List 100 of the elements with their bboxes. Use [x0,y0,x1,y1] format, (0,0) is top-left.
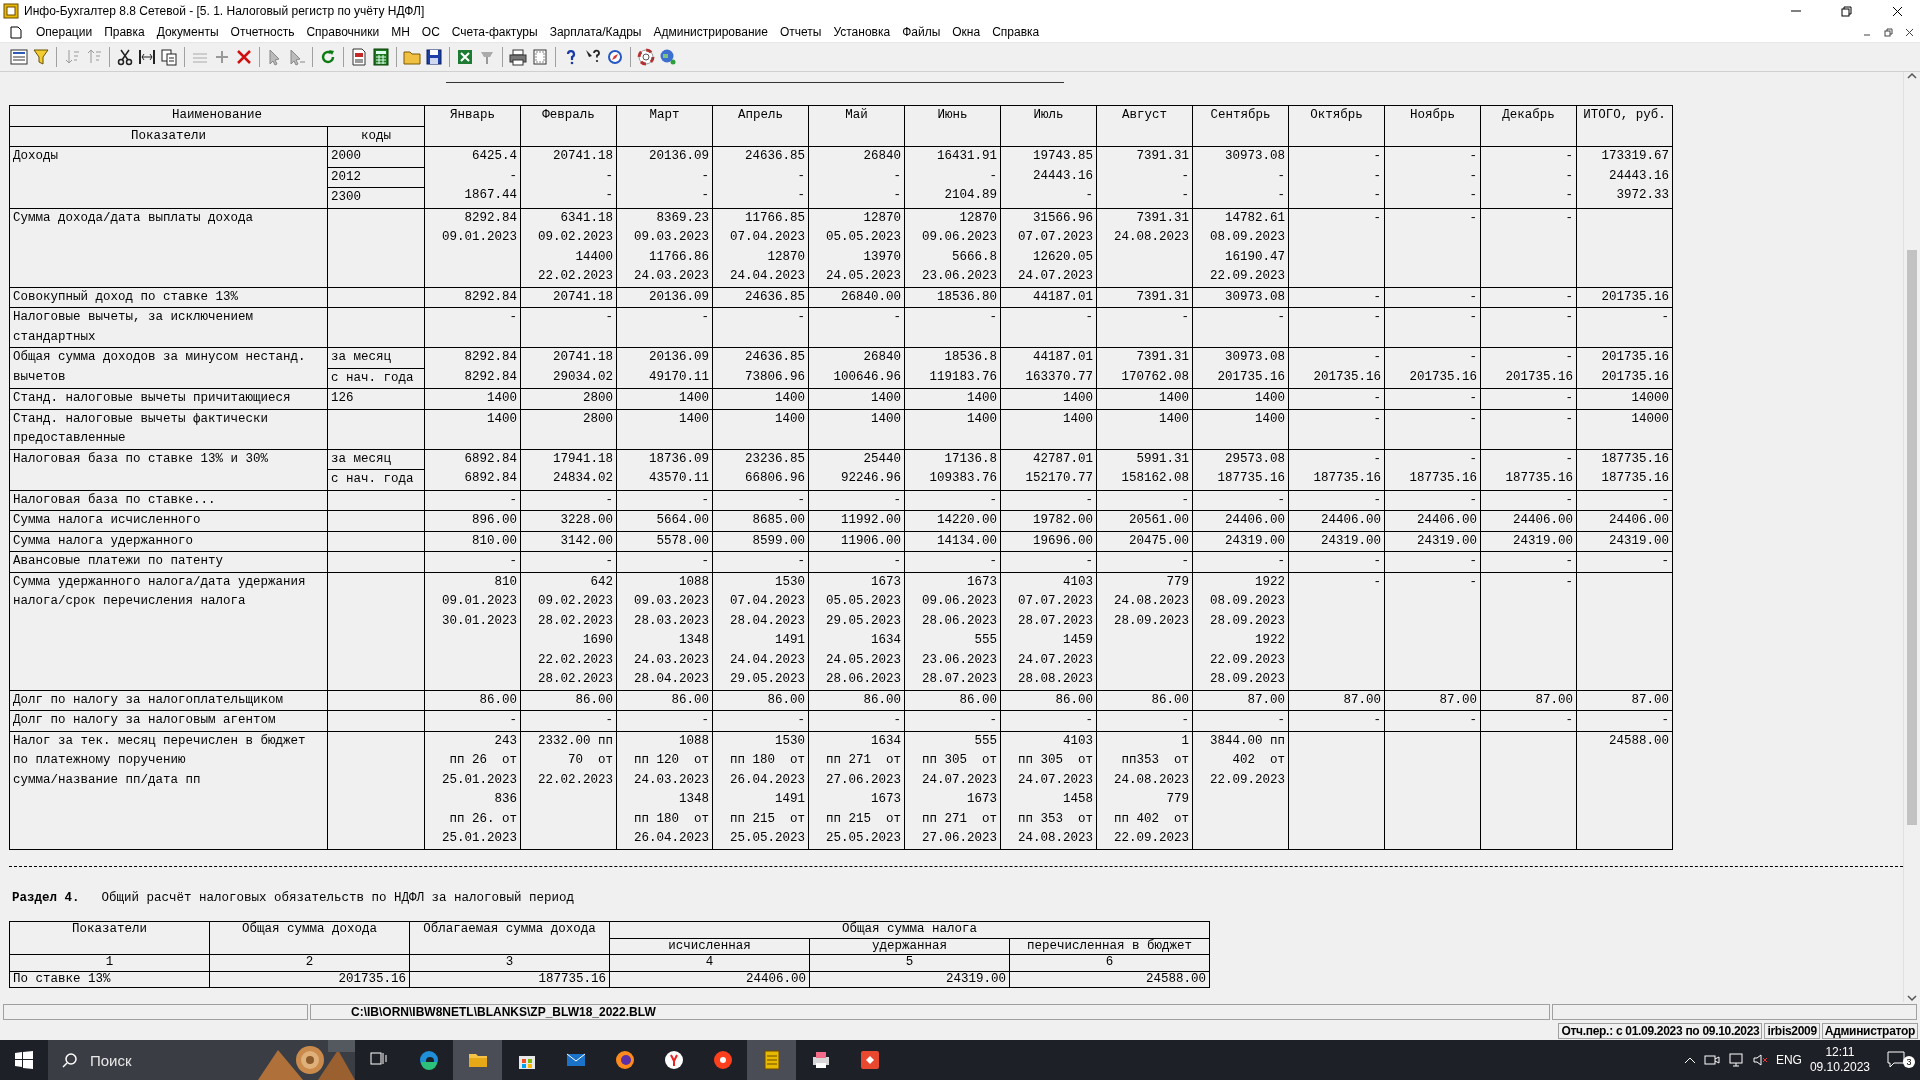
cell-value: 1634 [870,732,902,750]
cell-value: 20475.00 [1128,532,1190,550]
cell-value: - [892,167,902,185]
cell-value: 14220.00 [936,512,998,529]
cell-value: 24.05.2023 [825,268,902,285]
cell-value: пп 353 от [1017,810,1094,828]
cell-value: 24.03.2023 [633,771,710,789]
cell-value: 24319.00 [1608,532,1670,550]
cell-value: 8292.84 [463,209,518,227]
scroll-down-icon[interactable] [1907,994,1917,1002]
cell-value: 12620.05 [1032,248,1094,266]
chat-icon[interactable] [1886,1050,1906,1070]
cell-value: 24636.85 [744,288,806,306]
cell-value: 1400 [966,410,998,428]
document-icon[interactable] [350,48,368,66]
cell-value: 24.08.2023 [1113,771,1190,789]
cell-value: - [1180,712,1190,729]
calculator-icon[interactable] [372,48,390,66]
section-title: Общий расчёт налоговых обязательств по НДФЛ за налоговый период [101,889,575,907]
cell-value: - [508,553,518,570]
cell-value: 49170.11 [648,368,710,386]
refresh-icon[interactable] [319,48,337,66]
search-field[interactable]: Поиск [88,1040,258,1080]
form-icon[interactable] [10,48,28,66]
pointer-icon[interactable] [288,48,306,66]
copy-icon[interactable] [160,48,178,66]
cell-value: 1088 [678,573,710,591]
menu-item[interactable]: Установка [827,23,897,41]
column-width-icon[interactable] [138,48,156,66]
camera-icon[interactable] [1703,1052,1720,1068]
cell-value: 86.00 [670,691,710,709]
browser-icon [417,1049,440,1071]
chevron-up-icon[interactable] [1683,1055,1696,1065]
menu-item[interactable]: Окна [946,23,987,41]
menu-item[interactable]: ОС [415,23,446,41]
cell-value: 7391.31 [1135,148,1190,165]
row-label: Общая сумма доходов за минусом нестанд. вычетов [12,349,307,386]
cell-value: 70 от [567,752,614,769]
menu-item[interactable]: Зарплата/Кадры [543,23,648,41]
cell-value: 187735.16 [1600,470,1670,487]
cell-value: 23.06.2023 [921,651,998,669]
menu-item[interactable]: Отчетность [224,23,301,41]
cell-value: - [1180,553,1190,570]
cell-value: пп 271 от [921,810,998,828]
language-indicator[interactable]: ENG [1775,1051,1802,1069]
cell-value: 1400 [966,390,998,407]
cell-value: 109383.76 [928,470,998,487]
code-cell-text: 2300 [330,189,362,206]
cell-value: 1690 [582,632,614,649]
cell-value: 24.04.2023 [729,268,806,285]
globe-icon[interactable] [659,48,677,66]
cell-value: - [700,553,710,570]
cell-value: 29034.02 [552,368,614,386]
menu-item[interactable]: Счета-фактуры [445,23,544,41]
menu-item[interactable]: МН [385,23,416,41]
column-header: коды [360,127,392,145]
cell-value: - [1372,288,1382,306]
cell-value: 44187.01 [1032,288,1094,306]
column-number: 4 [704,955,715,971]
cell-value: - [1660,712,1670,729]
cell-value: 17136.8 [943,450,998,468]
cell-value: 31566.96 [1032,209,1094,227]
cell-value: 28.09.2023 [1209,671,1286,688]
row-label: Станд. налоговые вычеты причитающиеся [12,390,292,407]
cell-value: - [1468,187,1478,204]
compass-icon[interactable] [606,48,624,66]
cell-value: 12870 [958,209,998,227]
menu-item[interactable]: Справочники [300,23,386,41]
cell-value: 1491 [774,791,806,808]
cross-icon[interactable] [235,48,253,66]
lifebuoy-icon[interactable] [637,48,655,66]
printer-icon[interactable] [509,48,527,66]
restore-icon[interactable] [1884,27,1893,37]
cell-value: - [1468,573,1478,591]
menu-item[interactable]: Правка [98,23,151,41]
cell-value: 2104.89 [943,187,998,204]
row-label: Станд. налоговые вычеты фактически предоставленные [12,410,270,447]
menu-item[interactable]: Файлы [896,23,947,41]
menu-item[interactable]: Документы [150,23,225,41]
cell-value: 28.09.2023 [1209,612,1286,630]
cell-value: 1491 [774,632,806,649]
menu-item[interactable]: Справка [986,23,1046,41]
save-icon[interactable] [425,48,443,66]
filter-icon[interactable] [32,48,50,66]
cell-value: 1400 [1062,410,1094,428]
row-label: По ставке 13% [12,971,112,988]
cell-value: 5666.8 [951,248,998,266]
speaker-muted-icon[interactable] [1751,1052,1768,1068]
monitor-icon[interactable] [1727,1052,1744,1068]
scissors-icon[interactable] [116,48,134,66]
menu-item[interactable]: Операции [30,23,99,41]
cell-value: - [1276,553,1286,570]
cell-value: 26840 [862,349,902,366]
close-icon[interactable] [1905,27,1914,37]
row-label: Долг по налогу за налогоплательщиком [12,691,285,709]
menu-item[interactable]: Администрирование [647,23,774,41]
spreadsheet-icon[interactable] [456,48,474,66]
scroll-up-icon[interactable] [1907,72,1917,80]
column-header: Наименование [171,107,263,124]
menu-item[interactable]: Отчеты [773,23,828,41]
